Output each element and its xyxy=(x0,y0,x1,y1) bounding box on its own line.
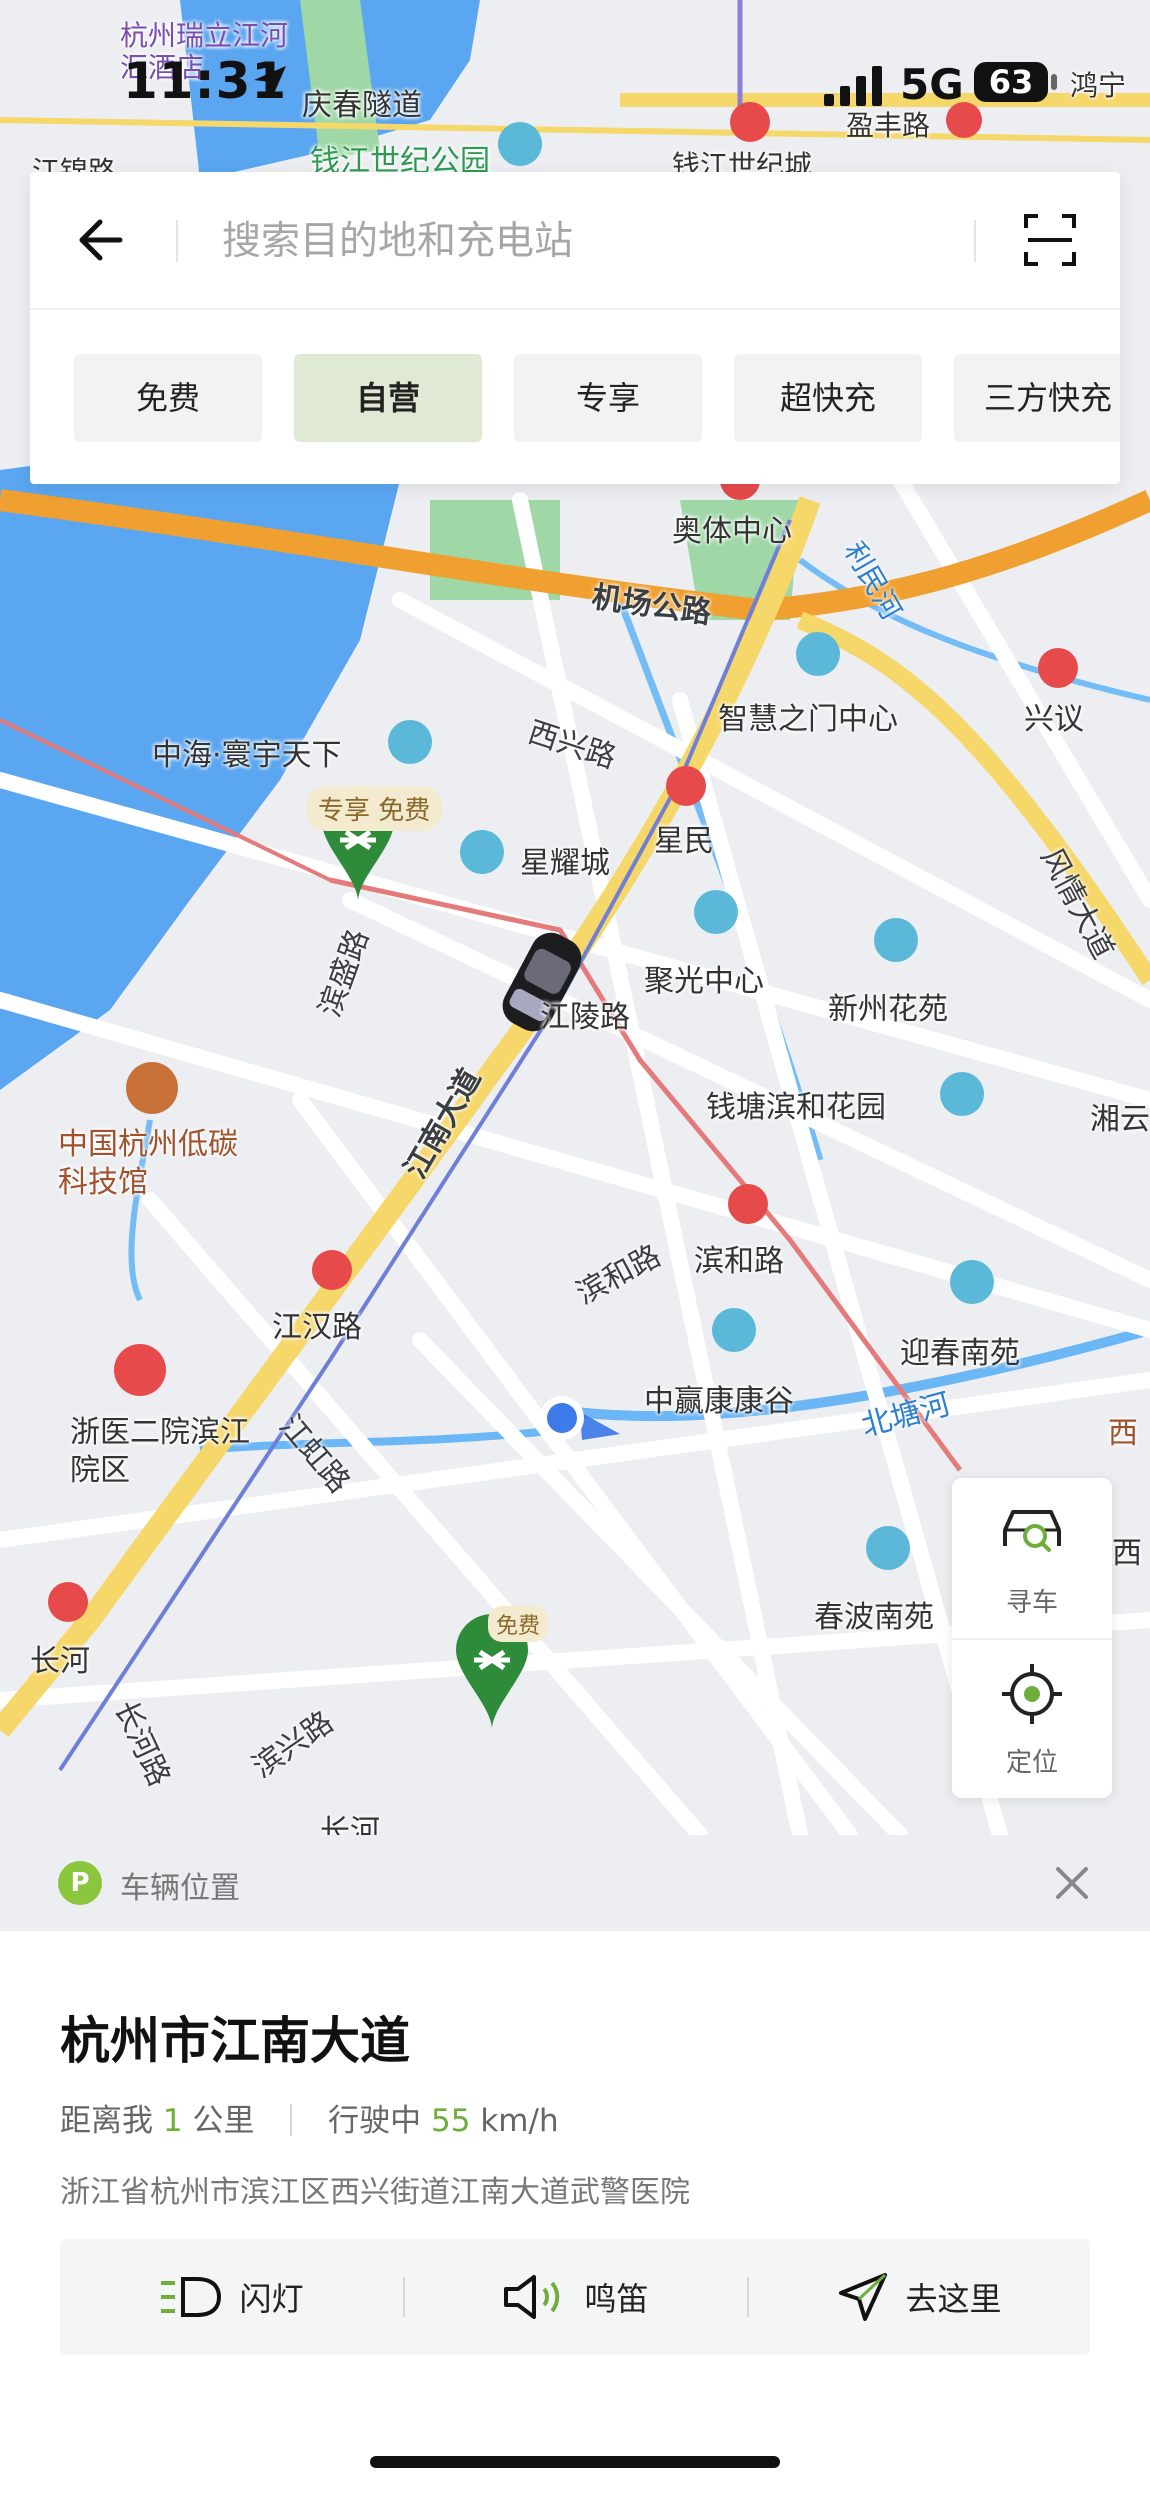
distance-prefix: 距离我 xyxy=(60,2103,153,2139)
map-label: 浙医二院滨江院区 xyxy=(70,1415,250,1488)
map-tools: 寻车 定位 xyxy=(952,1478,1112,1798)
vehicle-bar-title: 车辆位置 xyxy=(120,1871,240,1906)
station-badge[interactable]: 专享 免费 xyxy=(306,786,443,831)
map-label: 中赢康康谷 xyxy=(644,1384,794,1419)
status-bar: 11:31 5G 63 xyxy=(0,0,1150,170)
home-indicator[interactable] xyxy=(370,2456,780,2468)
speed-unit: km/h xyxy=(480,2103,559,2139)
search-card: 免费自营专享超快充三方快充 xyxy=(30,172,1120,484)
navigate-icon xyxy=(839,2273,888,2321)
locate-button[interactable]: 定位 xyxy=(952,1638,1112,1798)
station-badge[interactable]: 免费 xyxy=(488,1606,549,1642)
vehicle-location-bar: P 车辆位置 xyxy=(0,1835,1150,1931)
map-label: 奥体中心 xyxy=(672,514,792,549)
headlight-icon xyxy=(161,2277,222,2317)
parking-icon: P xyxy=(58,1861,102,1905)
network-type: 5G xyxy=(900,60,964,109)
location-title: 杭州市江南大道 xyxy=(60,2012,410,2070)
distance-value: 1 xyxy=(162,2103,183,2139)
honk-button[interactable]: 鸣笛 xyxy=(404,2239,747,2355)
map-label: 西 xyxy=(1112,1536,1142,1571)
map-label: 江陵路 xyxy=(540,1000,630,1035)
vehicle-info-panel: 杭州市江南大道 距离我 1 公里 行驶中 55 km/h 浙江省杭州市滨江区西兴… xyxy=(0,1931,1150,2493)
filter-chips: 免费 自营 专享 超快充 三方快充 xyxy=(74,354,1120,442)
map-label: 春波南苑 xyxy=(814,1600,934,1635)
battery-indicator: 63 xyxy=(974,62,1057,102)
speaker-icon xyxy=(504,2275,560,2319)
map-label: 长河 xyxy=(320,1814,380,1835)
filter-chip-exclusive[interactable]: 专享 xyxy=(514,354,702,442)
map-label: 聚光中心 xyxy=(644,964,764,999)
divider xyxy=(974,220,976,262)
distance-unit: 公里 xyxy=(192,2103,255,2139)
filter-chip-free[interactable]: 免费 xyxy=(74,354,262,442)
map-label: 滨和路 xyxy=(694,1244,784,1279)
map-label: 星民 xyxy=(654,824,714,859)
map-label: 钱塘滨和花园 xyxy=(706,1090,886,1125)
find-car-button[interactable]: 寻车 xyxy=(952,1478,1112,1638)
filter-chip-third-party[interactable]: 三方快充 xyxy=(954,354,1120,442)
flash-label: 闪灯 xyxy=(239,2280,304,2318)
close-icon[interactable] xyxy=(1052,1863,1092,1903)
divider xyxy=(30,308,1120,310)
signal-icon xyxy=(824,66,882,106)
divider xyxy=(290,2104,293,2136)
map-label: 迎春南苑 xyxy=(900,1336,1020,1371)
location-arrow-icon xyxy=(254,66,286,98)
map-label: 西 xyxy=(1108,1416,1138,1451)
map-label: 湘云 xyxy=(1090,1102,1150,1137)
map-label: 智慧之门中心 xyxy=(718,702,898,737)
map-label: 兴议 xyxy=(1024,702,1084,737)
map-label: 星耀城 xyxy=(520,846,610,881)
map-label: 中海·寰宇天下 xyxy=(152,738,342,773)
flash-lights-button[interactable]: 闪灯 xyxy=(60,2239,403,2355)
search-input[interactable] xyxy=(220,208,984,274)
divider xyxy=(176,220,178,262)
filter-chip-self-operated[interactable]: 自营 xyxy=(294,354,482,442)
back-arrow-icon[interactable] xyxy=(70,210,130,270)
crosshair-icon xyxy=(1002,1664,1062,1724)
car-search-icon xyxy=(1003,1510,1061,1552)
address-text: 浙江省杭州市滨江区西兴街道江南大道武警医院 xyxy=(60,2175,690,2210)
filter-chip-super-fast[interactable]: 超快充 xyxy=(734,354,922,442)
navigate-button[interactable]: 去这里 xyxy=(748,2239,1091,2355)
find-car-label: 寻车 xyxy=(1005,1588,1058,1618)
map-label: 新州花苑 xyxy=(828,992,948,1027)
honk-label: 鸣笛 xyxy=(584,2280,649,2318)
action-bar: 闪灯 鸣笛 去这里 xyxy=(60,2239,1090,2355)
map-label: 长河 xyxy=(30,1644,90,1679)
driving-prefix: 行驶中 xyxy=(328,2103,422,2139)
speed-value: 55 xyxy=(431,2103,471,2139)
map-label: 中国杭州低碳科技馆 xyxy=(58,1127,238,1200)
scan-icon[interactable] xyxy=(1020,210,1080,270)
map-label: 江汉路 xyxy=(272,1310,362,1345)
locate-label: 定位 xyxy=(1005,1748,1058,1778)
distance-info: 距离我 1 公里 行驶中 55 km/h xyxy=(60,2095,559,2140)
navigate-label: 去这里 xyxy=(905,2280,1002,2318)
